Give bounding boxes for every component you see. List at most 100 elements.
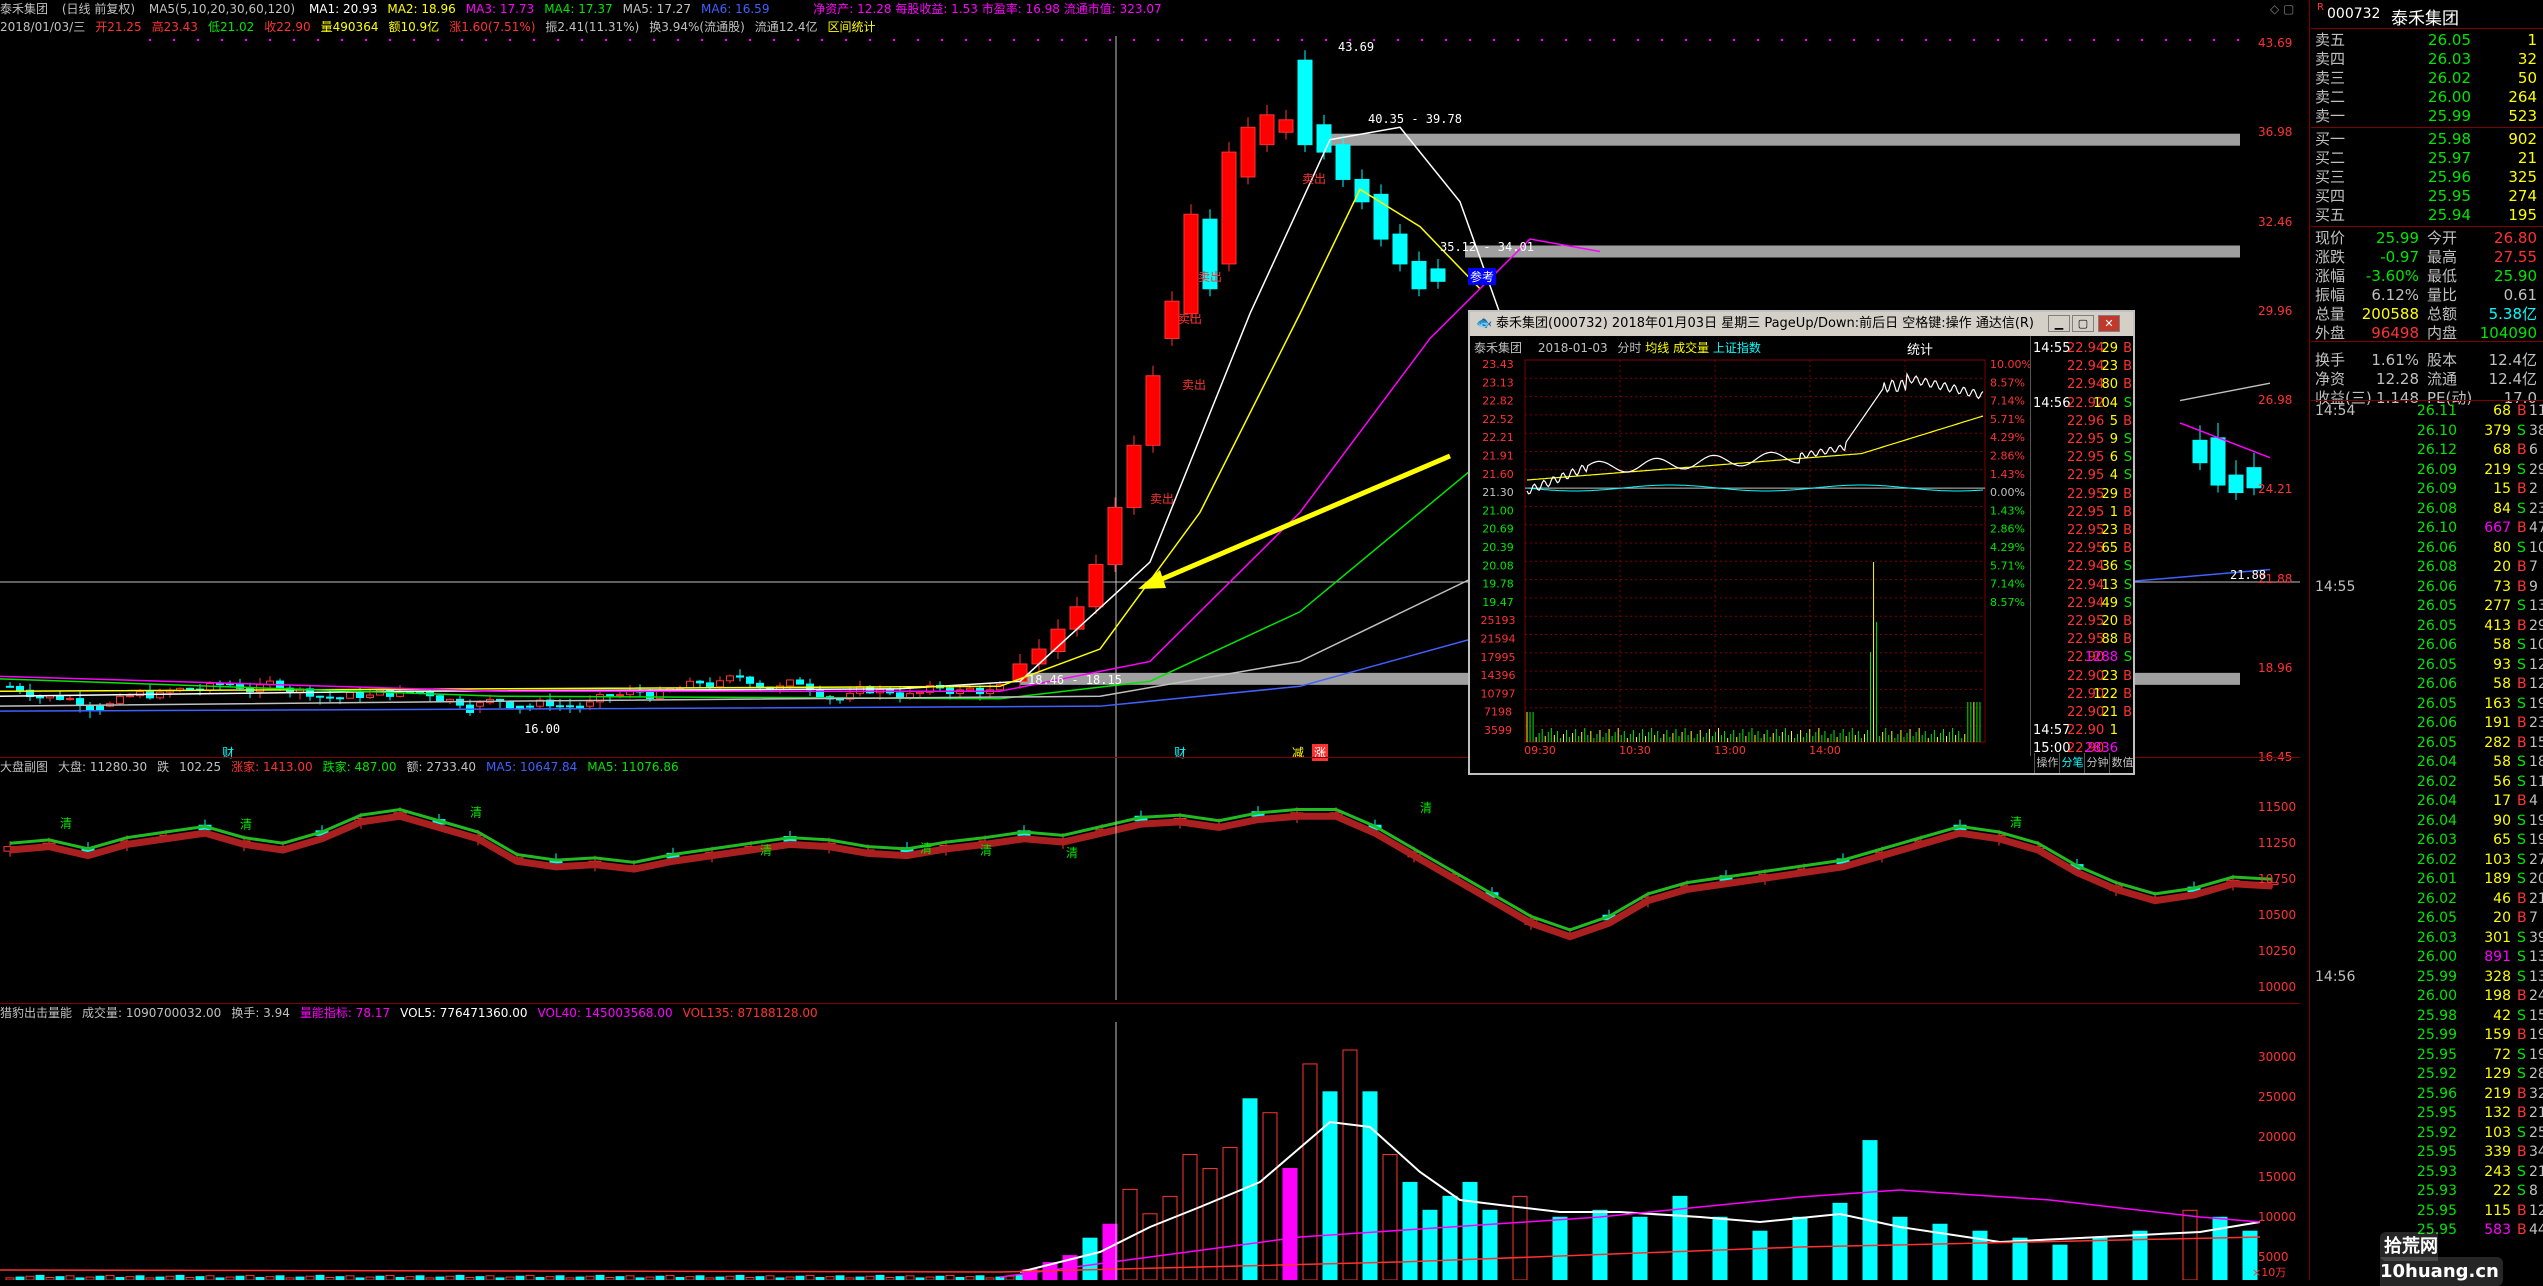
dot-marker (1516, 38, 1520, 42)
popup-tick-time: 14:55 (2033, 341, 2071, 356)
popup-tick-vol: 5 (2109, 413, 2118, 429)
popup-right-axis-3: 5.71% (1990, 413, 2025, 426)
popup-right-axis-12: 7.14% (1990, 578, 2025, 591)
volume-bar (405, 1276, 415, 1280)
volume-axis-label-0: 30000 (2258, 1050, 2297, 1064)
volume-bar (135, 1275, 145, 1280)
candle (746, 676, 754, 684)
candle (1107, 506, 1123, 566)
ma-value-4: MA4: 17.37 (544, 2, 613, 16)
volume-bar (235, 1275, 245, 1280)
popup-tick-price: 22.95 (2067, 432, 2105, 447)
dot-marker (1900, 38, 1904, 42)
popup-tick-row: 14:57 22.90 1 (2031, 722, 2134, 740)
tick-volume: 73 (2493, 578, 2511, 595)
candle (1373, 193, 1389, 240)
tick-price: 26.04 (2416, 812, 2457, 829)
tick-count: 34 (2529, 1144, 2543, 1160)
stat-row-0: 现价 25.99 今开 26.80 (2311, 229, 2543, 248)
candle (66, 698, 74, 701)
row-price: 25.96 (2428, 168, 2471, 186)
volume-bar (735, 1274, 745, 1280)
tick-row: 26.04 90 S 19 (2311, 812, 2543, 832)
popup-tick-row: 22.95 88 B (2031, 631, 2134, 649)
dot-marker (436, 38, 440, 42)
popup-titlebar[interactable]: 🐟 泰禾集团(000732) 2018年01月03日 星期三 PageUp/Do… (1470, 312, 2133, 336)
popup-tab-2[interactable]: 分钟 (2084, 753, 2110, 773)
popup-tick-row: 14:56 22.92 104 S (2031, 395, 2134, 413)
popup-intraday-chart[interactable]: 23.43 23.13 22.82 22.52 22.21 21.91 21.60 21.30… (1470, 356, 2031, 756)
price-axis-label-4: 26.98 (2258, 393, 2293, 407)
popup-right-axis-5: 2.86% (1990, 450, 2025, 463)
index-green-label: 清 (60, 817, 72, 831)
popup-tick-row: 14:55 22.94 29 B (2031, 340, 2134, 358)
popup-tick-list[interactable]: 14:55 22.94 29 B 22.94 23 B 22.94 80 B 14:56 22.92 1… (2030, 336, 2134, 756)
dot-marker (484, 38, 488, 42)
stat-row-4: 总量 200588 总额 5.38亿 (2311, 305, 2543, 324)
popup-tab-3[interactable]: 数值 (2109, 753, 2135, 773)
tick-side: S (2517, 832, 2526, 848)
tick-row: 26.00 891 S133 (2311, 948, 2543, 968)
row-label: 买二 (2315, 149, 2346, 167)
quote-panel[interactable]: R 000732 泰禾集团 卖五 26.05 1 卖四 26.03 32 卖三 26.02 50… (2311, 0, 2543, 1280)
tick-side: S (2517, 461, 2526, 478)
tick-time: 14:55 (2315, 578, 2356, 595)
tick-row: 26.09 15 B 2 (2311, 480, 2543, 500)
info-item-7: 涨1.60(7.51%) (449, 20, 536, 34)
dot-marker (460, 38, 464, 42)
volume-bar (205, 1275, 215, 1280)
popup-right-axis-0: 10.00% (1990, 358, 2030, 371)
popup-tick-price: 22.95 (2067, 614, 2105, 629)
tick-row: 14:55 26.06 73 B 9 (2311, 578, 2543, 598)
stat-label: 换手 (2315, 351, 2346, 369)
tick-volume: 84 (2493, 500, 2511, 517)
popup-right-axis-2: 7.14% (1990, 395, 2025, 408)
tick-count: 10 (2529, 539, 2543, 556)
popup-tick-row: 22.95 29 B (2031, 486, 2134, 504)
popup-tab-0[interactable]: 操作 (2034, 753, 2060, 773)
minimize-button[interactable]: ▁ (2048, 315, 2070, 332)
popup-tick-vol: 29 (2101, 341, 2118, 356)
intraday-popup-window[interactable]: 🐟 泰禾集团(000732) 2018年01月03日 星期三 PageUp/Do… (1468, 310, 2135, 775)
volume-bar (1302, 1063, 1318, 1280)
tick-row: 26.06 58 S 10 (2311, 636, 2543, 656)
tick-count: 23 (2529, 715, 2543, 731)
tick-count: 19 (2529, 695, 2543, 712)
tick-count: 15 (2529, 1007, 2543, 1024)
ma-value-3: MA3: 17.73 (465, 2, 535, 16)
index-green-label: 清 (1420, 801, 1432, 815)
popup-tick-side: B (2123, 632, 2132, 648)
dot-marker (1876, 38, 1880, 42)
stat-row-3: 振幅 6.12% 量比 0.61 (2311, 286, 2543, 305)
bar-info-line: 2018/01/03/三 开21.25 高23.43 低21.02 收22.90 量490… (0, 18, 2310, 36)
dot-marker (2092, 38, 2096, 42)
candle (1069, 606, 1085, 630)
candle (966, 687, 974, 691)
close-button[interactable]: ✕ (2098, 315, 2120, 332)
tick-volume: 189 (2484, 871, 2511, 887)
popup-tick-price: 22.95 (2067, 486, 2105, 502)
popup-tick-row: 22.90 1288 S (2031, 649, 2134, 667)
volume-bar (305, 1275, 315, 1280)
tick-volume: 159 (2484, 1027, 2511, 1043)
index-item-2: 102.25 (179, 760, 222, 774)
maximize-button[interactable]: ▢ (2072, 315, 2094, 332)
volume-bar (625, 1275, 635, 1280)
chart-options-icon[interactable]: ◇ ▢ (2270, 2, 2294, 16)
high-price-label: 43.69 (1338, 40, 1375, 54)
popup-tab-1[interactable]: 分笔 (2059, 753, 2085, 773)
volume-bar (1222, 1147, 1238, 1280)
volume-bar (385, 1274, 395, 1280)
tick-side: B (2517, 988, 2527, 1004)
ask-row-2: 卖四 26.03 32 (2311, 50, 2543, 69)
dot-marker (2140, 38, 2144, 42)
popup-tick-side: S (2123, 468, 2132, 484)
candle (1183, 213, 1199, 315)
row-price: 26.03 (2428, 50, 2471, 68)
info-item-3: 低21.02 (207, 20, 255, 34)
volume-subchart[interactable] (0, 1022, 2300, 1280)
tick-row: 26.00 198 B 24 (2311, 987, 2543, 1007)
popup-tick-side: B (2123, 377, 2132, 393)
index-subchart[interactable]: 清清清清清清清清清 (0, 776, 2300, 1000)
stock-code: 000732 (2327, 6, 2381, 22)
